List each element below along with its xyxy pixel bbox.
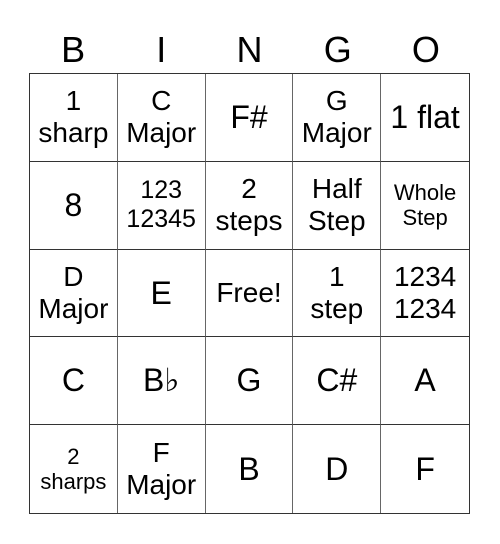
bingo-cell[interactable]: A — [381, 337, 469, 426]
bingo-cell[interactable]: 2 sharps — [30, 425, 118, 513]
bingo-cell[interactable]: 1234 1234 — [381, 250, 469, 338]
header-letter-n: N — [236, 29, 263, 70]
free-space-cell[interactable]: Free! — [205, 249, 294, 338]
bingo-header: B I N G O — [29, 28, 470, 72]
bingo-cell[interactable]: C# — [293, 337, 382, 426]
bingo-cell[interactable]: 123 12345 — [117, 161, 206, 250]
header-letter-g: G — [323, 29, 352, 70]
bingo-cell[interactable]: G — [205, 337, 294, 426]
bingo-cell[interactable]: B♭ — [117, 337, 206, 426]
bingo-cell[interactable]: D Major — [30, 249, 118, 338]
bingo-cell[interactable]: G Major — [293, 74, 382, 162]
bingo-cell[interactable]: F Major — [118, 425, 206, 513]
bingo-cell[interactable]: 2 steps — [205, 161, 294, 250]
bingo-cell[interactable]: 1 step — [293, 249, 382, 338]
bingo-cell[interactable]: F# — [205, 74, 294, 162]
bingo-cell[interactable]: C Major — [117, 74, 206, 162]
header-letter-b: B — [61, 29, 86, 70]
bingo-card-grid: 1 sharp C Major F# G Major 1 flat 8 123 … — [29, 73, 470, 514]
bingo-cell[interactable]: 8 — [30, 161, 118, 250]
bingo-cell[interactable]: 1 sharp — [30, 74, 118, 162]
bingo-cell[interactable]: Half Step — [293, 161, 382, 250]
bingo-cell[interactable]: B — [206, 425, 294, 513]
bingo-cell[interactable]: E — [117, 249, 206, 338]
bingo-cell[interactable]: Whole Step — [381, 162, 469, 250]
bingo-cell[interactable]: D — [293, 425, 382, 513]
bingo-cell[interactable]: C — [30, 337, 118, 426]
header-letter-o: O — [411, 29, 440, 70]
bingo-cell[interactable]: 1 flat — [381, 74, 469, 162]
header-letter-i: I — [156, 29, 167, 70]
bingo-cell[interactable]: F — [381, 425, 469, 513]
